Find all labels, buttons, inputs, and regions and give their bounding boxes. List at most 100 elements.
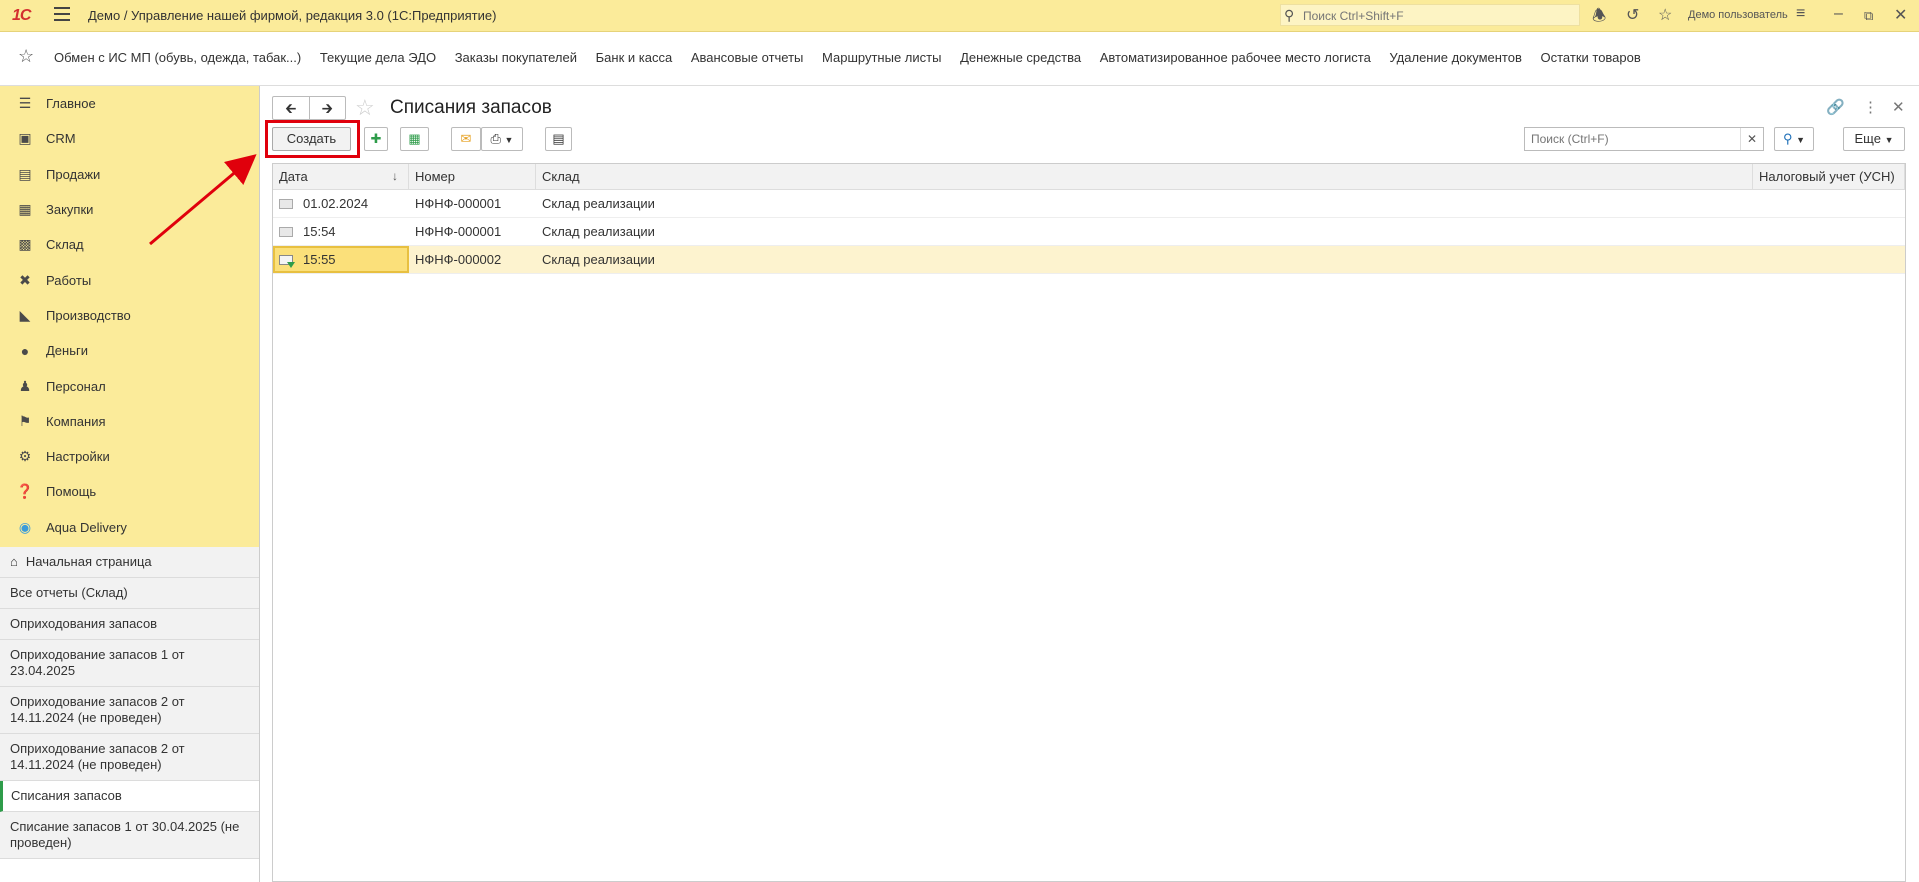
app-title: Демо / Управление нашей фирмой, редакция… [88, 8, 497, 23]
list-icon: ☰ [18, 95, 32, 112]
table-row-selected[interactable]: 15:55 НФНФ-000002 Склад реализации [273, 246, 1905, 274]
print-button[interactable]: ⎙ ▼ [481, 127, 523, 151]
sidebar-item-settings[interactable]: ⚙ Настройки [0, 439, 259, 474]
settings-menu-icon[interactable]: ≡ [1796, 5, 1805, 23]
sidebar: ☰ Главное ▣ CRM ▤ Продажи ▦ Закупки ▩ Склад ✖… [0, 86, 260, 882]
bell-icon[interactable]: 🕭 [1592, 5, 1606, 32]
open-window-item-active[interactable]: Списания запасов [0, 781, 259, 812]
user-name[interactable]: Демо пользователь [1688, 9, 1788, 21]
back-arrow-icon[interactable]: 🡰 [273, 97, 310, 119]
flag-icon: ⚑ [18, 412, 32, 429]
report-button[interactable]: ▤ [545, 127, 572, 151]
column-header-tax[interactable]: Налоговый учет (УСН) [1753, 164, 1905, 189]
sidebar-item-production[interactable]: ◣ Производство [0, 298, 259, 333]
more-button[interactable]: Еще ▼ [1843, 127, 1905, 151]
sidebar-item-sales[interactable]: ▤ Продажи [0, 157, 259, 192]
sidebar-item-personnel[interactable]: ♟ Персонал [0, 368, 259, 403]
open-window-item[interactable]: Оприходование запасов 2 от 14.11.2024 (н… [0, 687, 259, 734]
documents-table: Дата ↓ Номер Склад Налоговый учет (УСН) 0… [272, 163, 1906, 882]
clear-search-icon[interactable]: ✕ [1740, 128, 1763, 150]
sidebar-item-purchases[interactable]: ▦ Закупки [0, 192, 259, 227]
link-udalenie[interactable]: Удаление документов [1389, 50, 1521, 65]
link-avansovye[interactable]: Авансовые отчеты [691, 50, 804, 65]
link-tekushchie-dela[interactable]: Текущие дела ЭДО [320, 50, 436, 65]
table-row[interactable]: 15:54 НФНФ-000001 Склад реализации [273, 218, 1905, 246]
form-area: 🡰 🡲 ☆ Списания запасов 🔗 ⋮ ✕ Создать ✚ ▦… [260, 86, 1919, 882]
close-form-icon[interactable]: ✕ [1892, 98, 1905, 116]
sections-panel: ☰ Главное ▣ CRM ▤ Продажи ▦ Закупки ▩ Склад ✖… [0, 86, 259, 547]
table-row[interactable]: 01.02.2024 НФНФ-000001 Склад реализации [273, 190, 1905, 218]
dropdown-arrow-icon: ▼ [1796, 135, 1806, 145]
search-icon: ⚲ [1284, 7, 1295, 23]
document-icon [279, 226, 293, 237]
home-icon: ⌂ [10, 554, 18, 569]
dropdown-arrow-icon: ▼ [1884, 135, 1894, 145]
global-search[interactable]: ⚲ [1280, 4, 1580, 26]
favorites-bar: ☆ Обмен с ИС МП (обувь, одежда, табак...… [0, 32, 1919, 86]
copy-button[interactable]: ✚ [364, 127, 388, 151]
more-vertical-icon[interactable]: ⋮ [1863, 98, 1878, 116]
link-bank-kassa[interactable]: Банк и касса [596, 50, 673, 65]
history-icon[interactable]: ↺ [1626, 5, 1639, 25]
hamburger-menu-icon[interactable] [54, 7, 70, 21]
factory-icon: ◣ [19, 306, 31, 323]
link-obmen[interactable]: Обмен с ИС МП (обувь, одежда, табак...) [54, 50, 301, 65]
sidebar-item-aqua-delivery[interactable]: ◉ Aqua Delivery [0, 510, 259, 545]
crm-icon: ▣ [18, 130, 32, 147]
sidebar-item-money[interactable]: ● Деньги [0, 333, 259, 368]
column-header-number[interactable]: Номер [409, 164, 536, 189]
forward-arrow-icon[interactable]: 🡲 [310, 97, 346, 119]
table-header: Дата ↓ Номер Склад Налоговый учет (УСН) [273, 164, 1905, 190]
basket-icon: ▤ [18, 165, 32, 182]
warehouse-icon: ▩ [18, 236, 32, 253]
search-input[interactable] [1529, 131, 1743, 147]
restore-icon[interactable]: ⧉ [1864, 8, 1873, 24]
posted-document-icon [279, 254, 295, 268]
email-button[interactable]: ✉ [451, 127, 481, 151]
sidebar-item-works[interactable]: ✖ Работы [0, 262, 259, 297]
link-denezhnye[interactable]: Денежные средства [960, 50, 1081, 65]
dropdown-arrow-icon: ▼ [504, 135, 514, 145]
report-icon: ▤ [552, 131, 565, 146]
search-button[interactable]: ⚲ ▼ [1774, 127, 1814, 151]
column-header-warehouse[interactable]: Склад [536, 164, 1753, 189]
create-based-on-button[interactable]: ▦ [400, 127, 429, 151]
link-zakazy[interactable]: Заказы покупателей [455, 50, 577, 65]
open-window-item[interactable]: Оприходования запасов [0, 609, 259, 640]
page-title: Списания запасов [390, 97, 552, 118]
global-search-input[interactable] [1301, 7, 1575, 25]
tools-icon: ✖ [19, 271, 31, 288]
people-icon: ♟ [18, 377, 32, 394]
copy-icon: ✚ [370, 131, 382, 146]
link-icon[interactable]: 🔗 [1826, 98, 1845, 116]
favorites-star-icon[interactable]: ☆ [18, 46, 34, 67]
link-marshrutnye[interactable]: Маршрутные листы [822, 50, 941, 65]
minimize-icon[interactable]: – [1834, 5, 1843, 23]
highlight-frame [265, 120, 360, 158]
open-window-item[interactable]: Оприходование запасов 2 от 14.11.2024 (н… [0, 734, 259, 781]
money-icon: ● [20, 342, 30, 359]
gear-icon: ⚙ [18, 448, 32, 465]
sidebar-item-main[interactable]: ☰ Главное [0, 86, 259, 121]
open-windows-list: ⌂ Начальная страница Все отчеты (Склад) О… [0, 547, 259, 859]
favorite-star-icon[interactable]: ☆ [355, 95, 375, 121]
app-logo: 1С [12, 7, 31, 24]
link-ostatki[interactable]: Остатки товаров [1541, 50, 1641, 65]
open-window-item[interactable]: Все отчеты (Склад) [0, 578, 259, 609]
printer-icon: ⎙ [490, 131, 501, 146]
link-arm-logista[interactable]: Автоматизированное рабочее место логиста [1100, 50, 1371, 65]
open-window-home[interactable]: ⌂ Начальная страница [0, 547, 259, 578]
column-header-date[interactable]: Дата ↓ [273, 164, 409, 189]
open-window-item[interactable]: Оприходование запасов 1 от 23.04.2025 [0, 640, 259, 687]
envelope-icon: ✉ [460, 131, 472, 146]
sidebar-item-warehouse[interactable]: ▩ Склад [0, 227, 259, 262]
sidebar-item-help[interactable]: ❓ Помощь [0, 474, 259, 509]
title-bar: 1С Демо / Управление нашей фирмой, редак… [0, 0, 1919, 32]
document-icon [279, 198, 293, 209]
close-icon[interactable]: ✕ [1894, 5, 1907, 25]
open-window-item[interactable]: Списание запасов 1 от 30.04.2025 (не про… [0, 812, 259, 859]
star-icon[interactable]: ☆ [1658, 5, 1672, 25]
sidebar-item-crm[interactable]: ▣ CRM [0, 121, 259, 156]
sidebar-item-company[interactable]: ⚑ Компания [0, 404, 259, 439]
history-nav: 🡰 🡲 [272, 96, 346, 120]
